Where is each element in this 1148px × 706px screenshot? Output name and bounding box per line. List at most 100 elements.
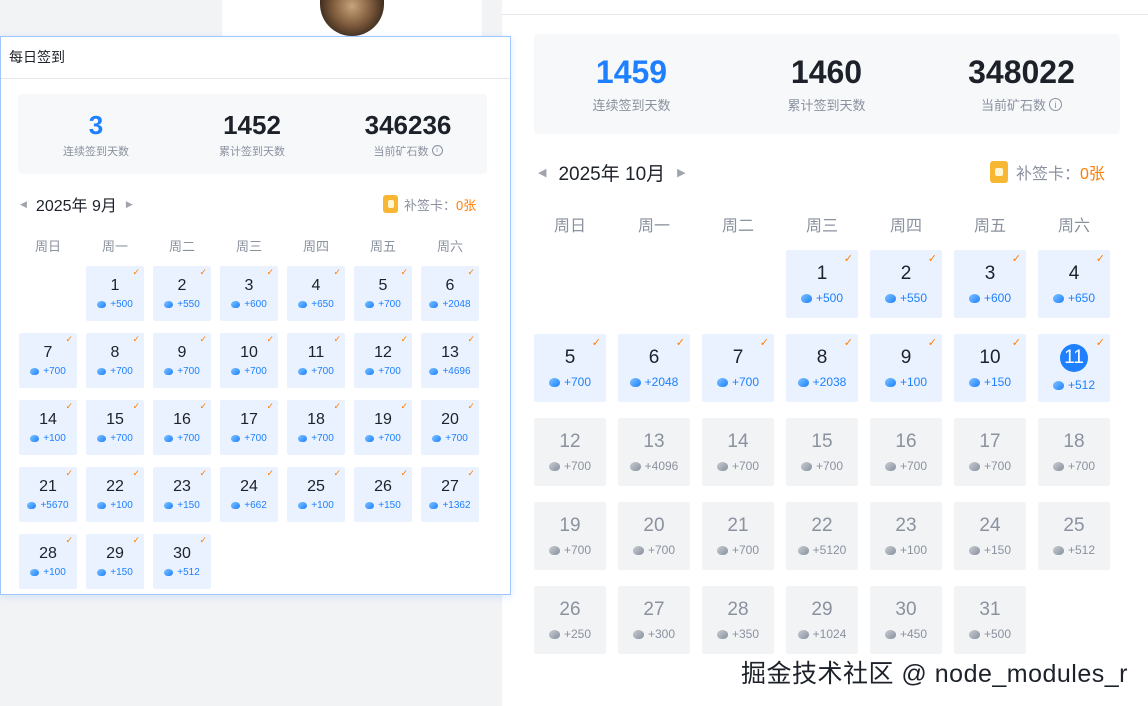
popup-divider (1, 78, 510, 79)
calendar-day-cell[interactable]: 15 +700 ✓ (86, 400, 144, 455)
makeup-card-label: 补签卡： (1016, 166, 1081, 183)
prev-month-icon[interactable]: ◀ (538, 166, 546, 179)
calendar-day-cell[interactable]: 4 +650 ✓ (287, 266, 345, 321)
checked-icon: ✓ (400, 334, 408, 344)
day-number: 4 (311, 277, 321, 294)
ore-icon (365, 368, 375, 375)
ore-icon (298, 368, 308, 375)
calendar-day-cell[interactable]: 3 +600 ✓ (220, 266, 278, 321)
calendar-day-cell[interactable]: 1 +500 ✓ (786, 250, 858, 318)
calendar-day-cell[interactable]: 28 +100 ✓ (19, 534, 77, 589)
checked-icon: ✓ (132, 401, 140, 411)
calendar-day-cell[interactable]: 29 +150 ✓ (86, 534, 144, 589)
ore-icon (968, 293, 980, 303)
calendar-day-cell[interactable]: 20 +700 (618, 502, 690, 570)
calendar-day-cell[interactable]: 10 +150 ✓ (954, 334, 1026, 402)
next-month-icon[interactable]: ▶ (126, 199, 133, 210)
calendar-day-cell[interactable]: 9 +700 ✓ (153, 333, 211, 388)
calendar-day-cell[interactable]: 19 +700 ✓ (354, 400, 412, 455)
day-number: 14 (727, 431, 749, 452)
ore-reward: +700 (177, 366, 200, 377)
calendar-day-cell[interactable]: 21 +5670 ✓ (19, 467, 77, 522)
day-number: 12 (559, 431, 581, 452)
calendar-day-cell[interactable]: 17 +700 (954, 418, 1026, 486)
day-number: 9 (900, 347, 912, 368)
calendar-day-cell[interactable]: 26 +150 ✓ (354, 467, 412, 522)
calendar-day-cell[interactable]: 14 +700 (702, 418, 774, 486)
calendar-day-cell[interactable]: 9 +100 ✓ (870, 334, 942, 402)
popup-makeup-card[interactable]: 补签卡： 0张 (383, 194, 476, 214)
checked-icon: ✓ (65, 535, 73, 545)
checked-icon: ✓ (1011, 337, 1021, 349)
calendar-day-cell[interactable]: 13 +4096 (618, 418, 690, 486)
calendar-day-cell[interactable]: 6 +2048 ✓ (421, 266, 479, 321)
ore-icon (97, 368, 107, 375)
day-number: 24 (979, 515, 1001, 536)
day-number: 25 (307, 478, 325, 495)
calendar-day-cell[interactable]: 25 +100 ✓ (287, 467, 345, 522)
calendar-day-cell[interactable]: 16 +700 (870, 418, 942, 486)
calendar-day-cell[interactable]: 11 +700 ✓ (287, 333, 345, 388)
calendar-day-cell[interactable]: 6 +2048 ✓ (618, 334, 690, 402)
calendar-day-cell[interactable]: 4 +650 ✓ (1038, 250, 1110, 318)
calendar-day-cell[interactable]: 17 +700 ✓ (220, 400, 278, 455)
calendar-day-cell[interactable]: 2 +550 ✓ (153, 266, 211, 321)
day-number: 12 (374, 344, 392, 361)
calendar-day-cell[interactable]: 30 +512 ✓ (153, 534, 211, 589)
calendar-day-cell[interactable]: 23 +150 ✓ (153, 467, 211, 522)
calendar-day-cell[interactable]: 18 +700 (1038, 418, 1110, 486)
calendar-day-cell[interactable]: 12 +700 ✓ (354, 333, 412, 388)
ore-reward: +700 (731, 375, 760, 389)
next-month-icon[interactable]: ▶ (677, 166, 685, 179)
calendar-day-cell[interactable]: 12 +700 (534, 418, 606, 486)
calendar-day-cell[interactable]: 21 +700 (702, 502, 774, 570)
day-number: 8 (110, 344, 120, 361)
calendar-day-cell[interactable]: 8 +700 ✓ (86, 333, 144, 388)
day-number: 18 (307, 411, 325, 428)
calendar-day-cell[interactable]: 5 +700 ✓ (354, 266, 412, 321)
main-makeup-card[interactable]: 补签卡： 0张 (990, 160, 1105, 184)
calendar-day-cell[interactable]: 13 +4696 ✓ (421, 333, 479, 388)
calendar-day-cell[interactable]: 11 +512 ✓ (1038, 334, 1110, 402)
calendar-day-cell[interactable]: 29 +1024 (786, 586, 858, 654)
calendar-day-cell[interactable]: 16 +700 ✓ (153, 400, 211, 455)
empty-cell (618, 250, 690, 318)
ore-icon (716, 461, 728, 471)
info-icon[interactable]: i (1049, 98, 1062, 111)
info-icon[interactable]: i (431, 145, 443, 156)
calendar-day-cell[interactable]: 24 +150 (954, 502, 1026, 570)
calendar-day-cell[interactable]: 22 +5120 (786, 502, 858, 570)
calendar-day-cell[interactable]: 24 +662 ✓ (220, 467, 278, 522)
calendar-day-cell[interactable]: 1 +500 ✓ (86, 266, 144, 321)
calendar-day-cell[interactable]: 3 +600 ✓ (954, 250, 1026, 318)
calendar-day-cell[interactable]: 30 +450 (870, 586, 942, 654)
day-number: 24 (240, 478, 258, 495)
calendar-day-cell[interactable]: 19 +700 (534, 502, 606, 570)
calendar-day-cell[interactable]: 28 +350 (702, 586, 774, 654)
calendar-day-cell[interactable]: 26 +250 (534, 586, 606, 654)
calendar-day-cell[interactable]: 15 +700 (786, 418, 858, 486)
calendar-day-cell[interactable]: 23 +100 (870, 502, 942, 570)
calendar-day-cell[interactable]: 25 +512 (1038, 502, 1110, 570)
calendar-day-cell[interactable]: 20 +700 ✓ (421, 400, 479, 455)
calendar-day-cell[interactable]: 14 +100 ✓ (19, 400, 77, 455)
calendar-day-cell[interactable]: 27 +1362 ✓ (421, 467, 479, 522)
calendar-day-cell[interactable]: 22 +100 ✓ (86, 467, 144, 522)
prev-month-icon[interactable]: ◀ (20, 199, 27, 210)
calendar-day-cell[interactable]: 18 +700 ✓ (287, 400, 345, 455)
stat-label: 累计签到天数 (787, 98, 866, 113)
calendar-day-cell[interactable]: 5 +700 ✓ (534, 334, 606, 402)
ore-reward: +700 (731, 543, 760, 557)
calendar-day-cell[interactable]: 8 +2038 ✓ (786, 334, 858, 402)
ore-reward: +500 (983, 627, 1012, 641)
calendar-day-cell[interactable]: 2 +550 ✓ (870, 250, 942, 318)
calendar-day-cell[interactable]: 10 +700 ✓ (220, 333, 278, 388)
checked-icon: ✓ (199, 401, 207, 411)
calendar-day-cell[interactable]: 7 +700 ✓ (702, 334, 774, 402)
ore-icon (231, 301, 241, 308)
calendar-day-cell[interactable]: 27 +300 (618, 586, 690, 654)
checked-icon: ✓ (1095, 337, 1105, 349)
calendar-day-cell[interactable]: 7 +700 ✓ (19, 333, 77, 388)
calendar-day-cell[interactable]: 31 +500 (954, 586, 1026, 654)
ore-icon (30, 435, 40, 442)
